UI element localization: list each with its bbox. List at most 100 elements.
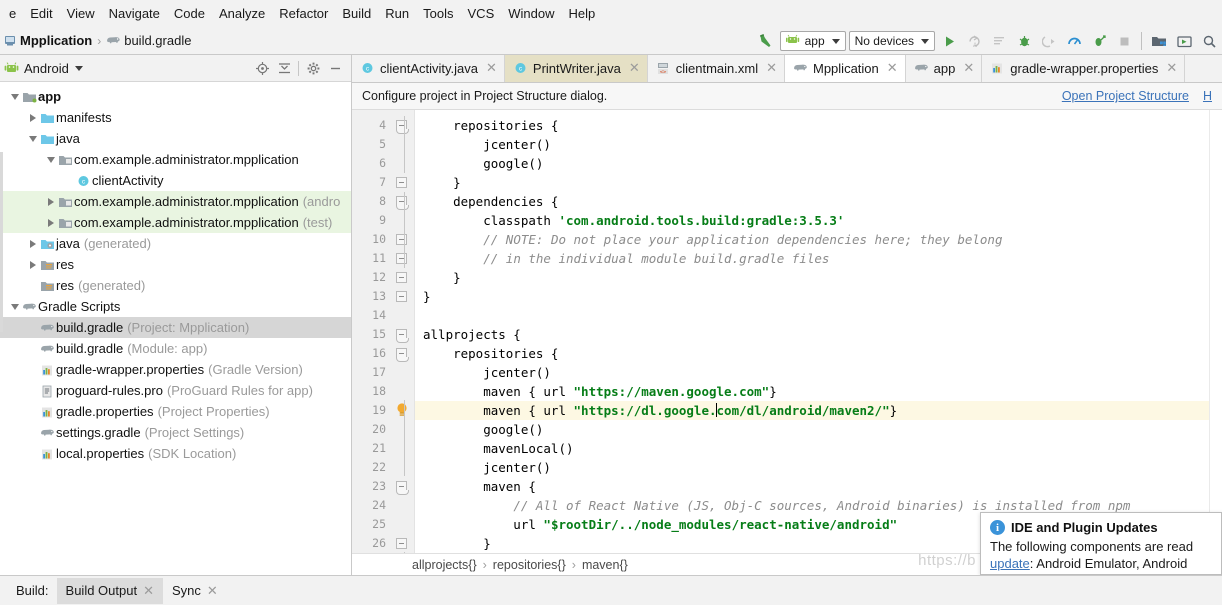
tree-item-com-example-administrator-mpplication[interactable]: com.example.administrator.mpplication (an… — [0, 191, 351, 212]
menu-item-vcs[interactable]: VCS — [461, 3, 502, 24]
code-line[interactable]: maven { url "https://dl.google.com/dl/an… — [415, 401, 1222, 420]
menu-item-file[interactable]: e — [2, 3, 23, 24]
hide-panel-icon[interactable] — [327, 60, 343, 76]
tree-item-com-example-administrator-mpplication[interactable]: com.example.administrator.mpplication — [0, 149, 351, 170]
project-view-selector-label[interactable]: Android — [24, 61, 69, 76]
module-selector[interactable]: app — [779, 31, 846, 51]
chevron-right-icon[interactable] — [44, 197, 57, 206]
debug-icon[interactable] — [1013, 30, 1035, 52]
fold-expand-icon[interactable] — [396, 538, 407, 549]
code-breadcrumb-item-1[interactable]: repositories{} — [493, 558, 566, 572]
code-line[interactable]: google() — [415, 154, 1222, 173]
chevron-down-icon[interactable] — [44, 156, 57, 163]
menu-item-run[interactable]: Run — [378, 3, 416, 24]
close-icon[interactable]: ✕ — [766, 60, 777, 76]
tree-item-build-gradle[interactable]: build.gradle (Project: Mpplication) — [0, 317, 351, 338]
tree-item-clientactivity[interactable]: c clientActivity — [0, 170, 351, 191]
code-line[interactable]: } — [415, 173, 1222, 192]
locate-icon[interactable] — [254, 60, 270, 76]
menu-item-window[interactable]: Window — [501, 3, 561, 24]
tree-item-app[interactable]: app — [0, 86, 351, 107]
code-line[interactable]: google() — [415, 420, 1222, 439]
menu-item-refactor[interactable]: Refactor — [272, 3, 335, 24]
chevron-right-icon[interactable] — [26, 239, 39, 248]
bottom-tab-sync[interactable]: Sync ✕ — [163, 578, 227, 604]
tree-item-res[interactable]: res (generated) — [0, 275, 351, 296]
code-breadcrumb-item-0[interactable]: allprojects{} — [412, 558, 477, 572]
editor-scrollbar[interactable] — [1209, 110, 1222, 553]
code-line[interactable]: jcenter() — [415, 458, 1222, 477]
code-line[interactable]: maven { — [415, 477, 1222, 496]
run-icon[interactable] — [938, 30, 960, 52]
open-project-structure-link[interactable]: Open Project Structure — [1062, 89, 1189, 103]
tree-item-gradle-properties[interactable]: gradle.properties (Project Properties) — [0, 401, 351, 422]
code-line[interactable]: allprojects { — [415, 325, 1222, 344]
fold-collapse-icon[interactable] — [396, 481, 409, 495]
intention-bulb-icon[interactable] — [394, 402, 410, 419]
update-link[interactable]: update — [990, 556, 1030, 571]
breadcrumb-file[interactable]: build.gradle — [124, 33, 191, 48]
editor-tab-clientmain-xml[interactable]: <> clientmain.xml ✕ — [647, 55, 785, 82]
chevron-down-icon[interactable] — [26, 135, 39, 142]
fold-collapse-icon[interactable] — [396, 120, 409, 134]
editor-tab-app[interactable]: app ✕ — [905, 55, 983, 82]
tree-item-java[interactable]: java — [0, 128, 351, 149]
chevron-right-icon[interactable] — [26, 113, 39, 122]
tree-item-manifests[interactable]: manifests — [0, 107, 351, 128]
hammer-build-icon[interactable] — [755, 30, 777, 52]
apply-code-changes-icon[interactable] — [988, 30, 1010, 52]
code-breadcrumb-item-2[interactable]: maven{} — [582, 558, 628, 572]
ide-updates-popup[interactable]: i IDE and Plugin Updates The following c… — [980, 512, 1222, 575]
fold-expand-icon[interactable] — [396, 177, 407, 188]
chevron-down-icon[interactable] — [8, 93, 21, 100]
device-selector[interactable]: No devices — [848, 31, 935, 51]
close-icon[interactable]: ✕ — [486, 60, 497, 76]
menu-item-edit[interactable]: Edit — [23, 3, 59, 24]
avd-manager-icon[interactable] — [1173, 30, 1195, 52]
fold-expand-icon[interactable] — [396, 253, 407, 264]
chevron-right-icon[interactable] — [26, 260, 39, 269]
code-line[interactable]: jcenter() — [415, 135, 1222, 154]
code-line[interactable]: mavenLocal() — [415, 439, 1222, 458]
code-editor[interactable]: 4 5 6 7 8 9 10 11 12 13 14 15 16 17 18 19 20 21 22 23 24 25 26… — [352, 110, 1222, 553]
menu-item-view[interactable]: View — [60, 3, 102, 24]
code-folding-gutter[interactable] — [392, 110, 414, 553]
menu-item-help[interactable]: Help — [562, 3, 603, 24]
tree-item-proguard-rules-pro[interactable]: proguard-rules.pro (ProGuard Rules for ap… — [0, 380, 351, 401]
editor-tab-mpplication[interactable]: Mpplication ✕ — [785, 55, 906, 82]
menu-item-tools[interactable]: Tools — [416, 3, 460, 24]
tree-item-com-example-administrator-mpplication[interactable]: com.example.administrator.mpplication (te… — [0, 212, 351, 233]
settings-gear-icon[interactable] — [305, 60, 321, 76]
run-with-coverage-icon[interactable] — [1088, 30, 1110, 52]
fold-expand-icon[interactable] — [396, 291, 407, 302]
profiler-icon[interactable] — [1063, 30, 1085, 52]
tree-item-settings-gradle[interactable]: settings.gradle (Project Settings) — [0, 422, 351, 443]
code-line[interactable]: } — [415, 287, 1222, 306]
editor-tab-clientactivity-java[interactable]: c clientActivity.java ✕ — [352, 55, 505, 82]
close-icon[interactable]: ✕ — [963, 60, 974, 76]
code-line[interactable]: dependencies { — [415, 192, 1222, 211]
menu-item-code[interactable]: Code — [167, 3, 212, 24]
fold-collapse-icon[interactable] — [396, 348, 409, 362]
editor-tab-printwriter-java[interactable]: c PrintWriter.java ✕ — [504, 55, 648, 82]
fold-collapse-icon[interactable] — [396, 329, 409, 343]
fold-expand-icon[interactable] — [396, 234, 407, 245]
close-icon[interactable]: ✕ — [1166, 60, 1177, 76]
code-line[interactable]: jcenter() — [415, 363, 1222, 382]
close-icon[interactable]: ✕ — [143, 583, 154, 599]
menu-item-navigate[interactable]: Navigate — [102, 3, 167, 24]
close-icon[interactable]: ✕ — [629, 60, 640, 76]
fold-collapse-icon[interactable] — [396, 196, 409, 210]
sidebar-scrollbar[interactable] — [0, 152, 3, 332]
code-line[interactable] — [415, 306, 1222, 325]
menu-item-build[interactable]: Build — [335, 3, 378, 24]
hide-notification-link[interactable]: H — [1203, 89, 1212, 103]
tree-item-gradle-wrapper-properties[interactable]: gradle-wrapper.properties (Gradle Version… — [0, 359, 351, 380]
collapse-all-icon[interactable] — [276, 60, 292, 76]
chevron-right-icon[interactable] — [44, 218, 57, 227]
code-line[interactable]: classpath 'com.android.tools.build:gradl… — [415, 211, 1222, 230]
breadcrumb-project[interactable]: Mpplication — [20, 33, 92, 48]
chevron-down-icon[interactable] — [74, 65, 83, 71]
code-line[interactable]: repositories { — [415, 116, 1222, 135]
attach-debugger-icon[interactable] — [1038, 30, 1060, 52]
